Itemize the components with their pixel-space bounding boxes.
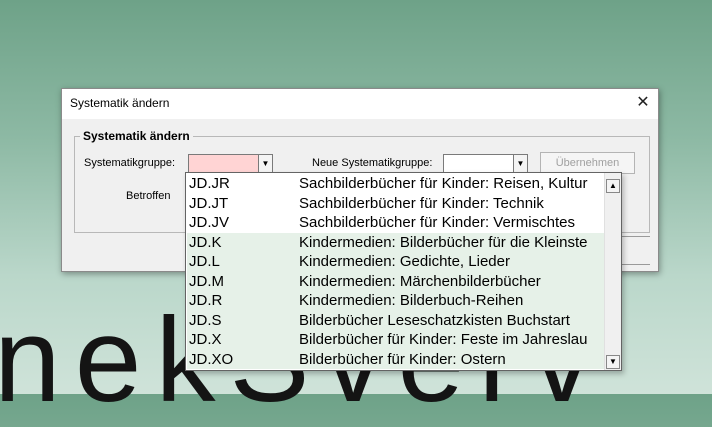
systematikgruppe-label: Systematikgruppe: [84, 157, 176, 169]
list-item[interactable]: JD.R Kindermedien: Bilderbuch-Reihen [187, 291, 604, 311]
uebernehmen-button[interactable]: Übernehmen [540, 152, 635, 174]
list-item[interactable]: JD.JV Sachbilderbücher für Kinder: Vermis… [187, 213, 604, 233]
neue-systematikgruppe-combo[interactable]: ▼ [443, 154, 528, 174]
scroll-up-icon[interactable]: ▲ [606, 179, 620, 193]
list-item[interactable]: JD.XO Bilderbücher für Kinder: Ostern [187, 349, 604, 369]
neue-systematikgruppe-label: Neue Systematikgruppe: [312, 157, 433, 169]
systematikgruppe-combo[interactable]: ▼ [188, 154, 273, 174]
dialog-title: Systematik ändern [70, 96, 170, 110]
systematik-dropdown-list[interactable]: JD.JR Sachbilderbücher für Kinder: Reisen… [185, 172, 622, 371]
list-item[interactable]: JD.X Bilderbücher für Kinder: Feste im Ja… [187, 330, 604, 350]
group-title: Systematik ändern [80, 129, 193, 143]
scroll-down-icon[interactable]: ▼ [606, 355, 620, 369]
close-icon[interactable]: ✕ [630, 91, 656, 115]
title-bar: Systematik ändern ✕ [62, 89, 658, 119]
list-item[interactable]: JD.S Bilderbücher Leseschatzkisten Buchst… [187, 310, 604, 330]
list-item[interactable]: JD.M Kindermedien: Märchenbilderbücher [187, 271, 604, 291]
list-item[interactable]: JD.K Kindermedien: Bilderbücher für die K… [187, 232, 604, 252]
dropdown-scrollbar[interactable]: ▲ ▼ [604, 173, 621, 370]
betroffen-label: Betroffen [126, 190, 171, 202]
list-item[interactable]: JD.L Kindermedien: Gedichte, Lieder [187, 252, 604, 272]
chevron-down-icon[interactable]: ▼ [513, 155, 527, 173]
list-item[interactable]: JD.JR Sachbilderbücher für Kinder: Reisen… [187, 174, 604, 194]
chevron-down-icon[interactable]: ▼ [258, 155, 272, 173]
list-item[interactable]: JD.JT Sachbilderbücher für Kinder: Techni… [187, 194, 604, 214]
